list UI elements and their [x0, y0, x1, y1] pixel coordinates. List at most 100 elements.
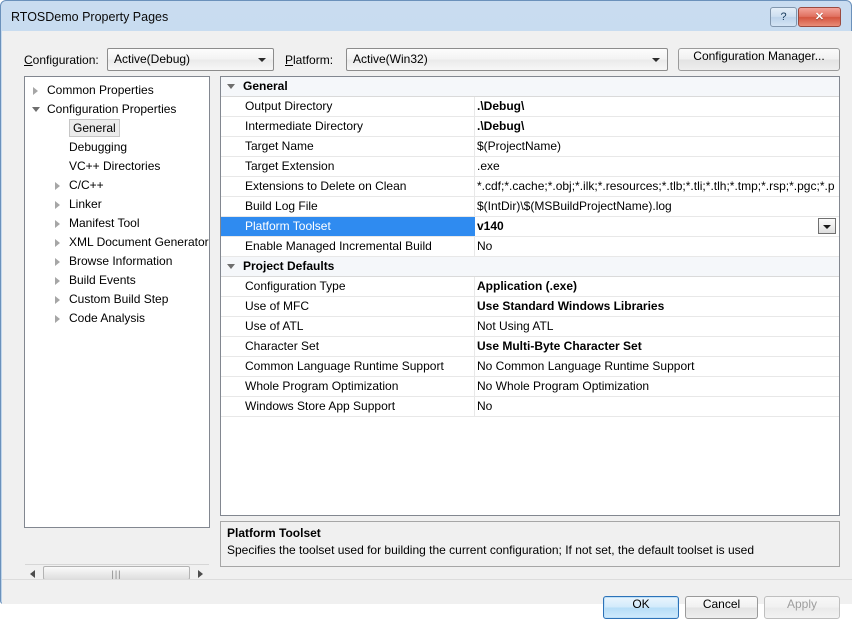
chevron-right-icon[interactable]: [55, 277, 60, 285]
grid-property-value[interactable]: Use Standard Windows Libraries: [477, 297, 837, 316]
grid-property-value[interactable]: $(ProjectName): [477, 137, 837, 156]
grid-property-value[interactable]: $(IntDir)\$(MSBuildProjectName).log: [477, 197, 837, 216]
grid-property-name: Use of MFC: [245, 299, 310, 313]
configuration-value: Active(Debug): [114, 52, 191, 66]
column-splitter[interactable]: [474, 377, 475, 396]
grid-property-name: Configuration Type: [245, 279, 346, 293]
grid-row-whole-program-optimization[interactable]: Whole Program Optimization No Whole Progr…: [221, 377, 839, 397]
column-splitter[interactable]: [474, 277, 475, 296]
column-splitter[interactable]: [474, 237, 475, 256]
tree-item-general[interactable]: General: [25, 119, 209, 138]
property-page-tree[interactable]: Common Properties Configuration Propertie…: [24, 76, 210, 528]
column-splitter[interactable]: [474, 297, 475, 316]
grid-row-common-language-runtime-support[interactable]: Common Language Runtime Support No Common…: [221, 357, 839, 377]
grid-property-value[interactable]: .\Debug\: [477, 117, 837, 136]
grid-row-enable-managed-incremental-build[interactable]: Enable Managed Incremental Build No: [221, 237, 839, 257]
column-splitter[interactable]: [474, 217, 475, 236]
close-icon[interactable]: ✕: [798, 7, 841, 27]
help-icon[interactable]: ?: [770, 7, 797, 27]
column-splitter[interactable]: [474, 337, 475, 356]
grid-row-use-of-mfc[interactable]: Use of MFC Use Standard Windows Libraries: [221, 297, 839, 317]
chevron-down-icon[interactable]: [32, 107, 40, 112]
grid-property-value[interactable]: *.cdf;*.cache;*.obj;*.ilk;*.resources;*.…: [477, 177, 837, 196]
grid-row-windows-store-app-support[interactable]: Windows Store App Support No: [221, 397, 839, 417]
tree-item-manifest-tool[interactable]: Manifest Tool: [25, 214, 209, 233]
tree-item-xml-document-generator[interactable]: XML Document Generator: [25, 233, 209, 252]
description-body: Specifies the toolset used for building …: [227, 543, 754, 557]
column-splitter[interactable]: [474, 317, 475, 336]
grid-row-output-directory[interactable]: Output Directory .\Debug\: [221, 97, 839, 117]
grid-row-target-name[interactable]: Target Name $(ProjectName): [221, 137, 839, 157]
chevron-right-icon[interactable]: [55, 182, 60, 190]
grid-row-character-set[interactable]: Character Set Use Multi-Byte Character Se…: [221, 337, 839, 357]
grid-property-value[interactable]: Use Multi-Byte Character Set: [477, 337, 837, 356]
chevron-right-icon[interactable]: [55, 315, 60, 323]
grid-property-value[interactable]: No: [477, 237, 837, 256]
chevron-right-icon[interactable]: [55, 258, 60, 266]
platform-toolset-dropdown-button[interactable]: [818, 218, 836, 234]
chevron-right-icon[interactable]: [55, 220, 60, 228]
platform-value: Active(Win32): [353, 52, 428, 66]
footer-divider: [2, 579, 852, 580]
tree-item-browse-information[interactable]: Browse Information: [25, 252, 209, 271]
grid-row-build-log-file[interactable]: Build Log File $(IntDir)\$(MSBuildProject…: [221, 197, 839, 217]
column-splitter[interactable]: [474, 117, 475, 136]
tree-item-custom-build-step[interactable]: Custom Build Step: [25, 290, 209, 309]
platform-label: Platform:: [285, 53, 334, 67]
chevron-down-icon[interactable]: [227, 264, 235, 269]
tree-item-c-c[interactable]: C/C++: [25, 176, 209, 195]
chevron-right-icon[interactable]: [55, 239, 60, 247]
column-splitter[interactable]: [474, 157, 475, 176]
column-splitter[interactable]: [474, 177, 475, 196]
tree-item-vc-directories[interactable]: VC++ Directories: [25, 157, 209, 176]
grid-category-project-defaults[interactable]: Project Defaults: [221, 257, 839, 277]
column-splitter[interactable]: [474, 397, 475, 416]
grid-row-extensions-to-delete-on-clean[interactable]: Extensions to Delete on Clean *.cdf;*.cac…: [221, 177, 839, 197]
tree-item-code-analysis[interactable]: Code Analysis: [25, 309, 209, 328]
tree-item-linker[interactable]: Linker: [25, 195, 209, 214]
grid-property-value[interactable]: Not Using ATL: [477, 317, 837, 336]
ok-label: OK: [632, 597, 650, 611]
grid-property-value[interactable]: .\Debug\: [477, 97, 837, 116]
grid-row-use-of-atl[interactable]: Use of ATL Not Using ATL: [221, 317, 839, 337]
tree-item-build-events[interactable]: Build Events: [25, 271, 209, 290]
chevron-down-icon[interactable]: [227, 84, 235, 89]
grid-property-value[interactable]: .exe: [477, 157, 837, 176]
grid-property-name: Common Language Runtime Support: [245, 359, 444, 373]
chevron-right-icon[interactable]: [55, 201, 60, 209]
grid-property-name: Use of ATL: [245, 319, 304, 333]
grid-category-label: General: [243, 79, 288, 93]
chevron-right-icon[interactable]: [33, 87, 38, 95]
tree-item-label: Common Properties: [47, 83, 154, 97]
configuration-manager-button[interactable]: Configuration Manager...: [678, 48, 840, 71]
configuration-select[interactable]: Active(Debug): [107, 48, 274, 71]
grip-icon: |||: [111, 569, 122, 579]
tree-item-common-properties[interactable]: Common Properties: [25, 81, 209, 100]
grid-property-name: Intermediate Directory: [245, 119, 364, 133]
grid-property-value[interactable]: No Common Language Runtime Support: [477, 357, 837, 376]
grid-property-name: Output Directory: [245, 99, 333, 113]
cancel-button[interactable]: Cancel: [685, 596, 758, 619]
tree-item-configuration-properties[interactable]: Configuration Properties: [25, 100, 209, 119]
grid-category-general[interactable]: General: [221, 77, 839, 97]
grid-property-value[interactable]: No Whole Program Optimization: [477, 377, 837, 396]
grid-row-intermediate-directory[interactable]: Intermediate Directory .\Debug\: [221, 117, 839, 137]
column-splitter[interactable]: [474, 97, 475, 116]
ok-button[interactable]: OK: [603, 596, 679, 619]
platform-select[interactable]: Active(Win32): [346, 48, 668, 71]
scrollbar-thumb[interactable]: |||: [43, 566, 190, 580]
column-splitter[interactable]: [474, 357, 475, 376]
tree-item-debugging[interactable]: Debugging: [25, 138, 209, 157]
grid-row-configuration-type[interactable]: Configuration Type Application (.exe): [221, 277, 839, 297]
grid-row-platform-toolset[interactable]: Platform Toolset v140: [221, 217, 839, 237]
column-splitter[interactable]: [474, 137, 475, 156]
grid-property-value[interactable]: Application (.exe): [477, 277, 837, 296]
chevron-right-icon[interactable]: [55, 296, 60, 304]
tree-item-label: General: [69, 119, 120, 137]
grid-property-name: Build Log File: [245, 199, 318, 213]
grid-row-target-extension[interactable]: Target Extension .exe: [221, 157, 839, 177]
grid-property-value[interactable]: v140: [477, 217, 837, 236]
property-grid[interactable]: General Output Directory .\Debug\ Intermedi…: [220, 76, 840, 516]
column-splitter[interactable]: [474, 197, 475, 216]
grid-property-value[interactable]: No: [477, 397, 837, 416]
